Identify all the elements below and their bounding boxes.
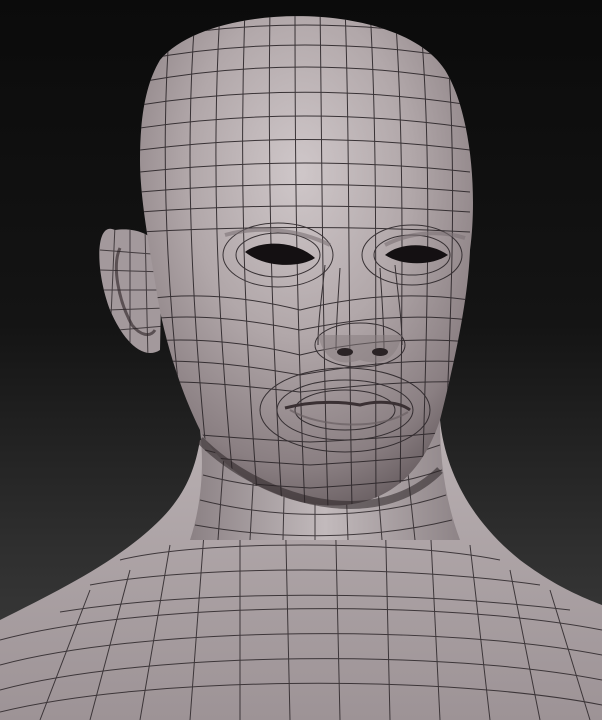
right-nostril [372, 348, 388, 356]
left-nostril [337, 348, 353, 356]
head-model-canvas[interactable] [0, 0, 602, 720]
sculpt-viewport[interactable] [0, 0, 602, 720]
head [140, 16, 473, 510]
